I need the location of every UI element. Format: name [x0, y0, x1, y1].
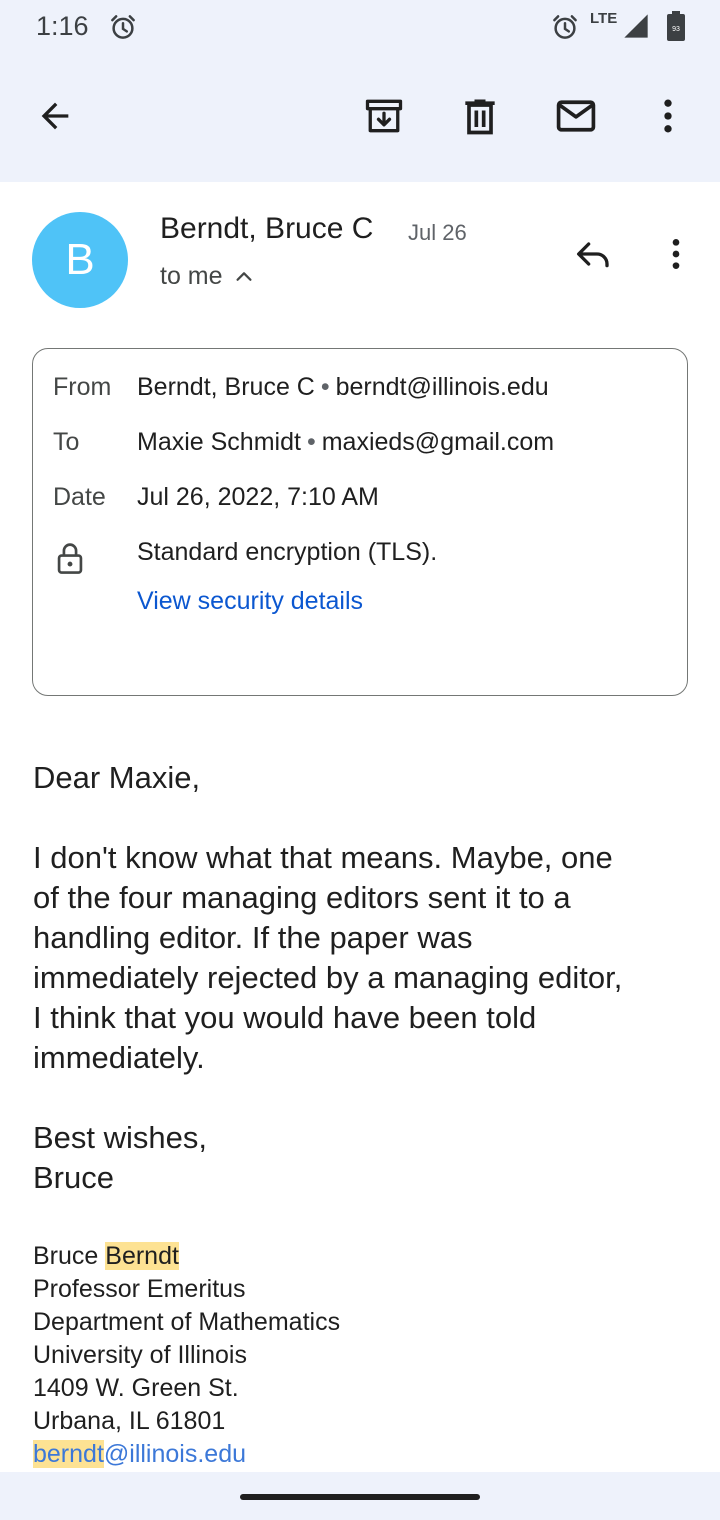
- trash-icon: [465, 99, 495, 135]
- chevron-up-icon: [235, 271, 252, 281]
- battery-level: 93: [672, 26, 680, 33]
- more-vert-icon: [672, 239, 680, 269]
- sender-header: B Berndt, Bruce C Jul 26 to me: [0, 182, 720, 332]
- battery-icon: 93: [667, 11, 685, 41]
- lock-icon: [57, 543, 83, 574]
- archive-button[interactable]: [360, 92, 408, 140]
- from-label: From: [53, 373, 112, 401]
- signature-first-name: Bruce: [33, 1242, 99, 1270]
- more-vert-icon: [664, 99, 672, 133]
- greeting: Dear Maxie,: [33, 760, 201, 795]
- signature-block: Bruce Berndt Professor Emeritus Departme…: [33, 1240, 340, 1471]
- recipient-toggle[interactable]: to me: [160, 262, 255, 291]
- message-details-card: From Berndt, Bruce C • berndt@illinois.edu…: [32, 348, 688, 696]
- arrow-back-icon: [41, 102, 69, 130]
- reply-button[interactable]: [568, 230, 616, 278]
- from-value: Berndt, Bruce C • berndt@illinois.edu: [137, 373, 549, 402]
- signature-university: University of Illinois: [33, 1341, 247, 1369]
- home-gesture-handle[interactable]: [240, 1494, 480, 1500]
- paragraph-line: I think that you would have been told: [33, 1000, 537, 1035]
- closing-name: Bruce: [33, 1160, 114, 1195]
- message-more-button[interactable]: [652, 230, 700, 278]
- delete-button[interactable]: [456, 92, 504, 140]
- back-button[interactable]: [31, 92, 79, 140]
- from-email[interactable]: berndt@illinois.edu: [336, 373, 549, 401]
- avatar[interactable]: B: [32, 212, 128, 308]
- closing-block: Best wishes, Bruce: [33, 1118, 693, 1198]
- signature-last-name: Berndt: [105, 1242, 179, 1270]
- alarm-icon: [111, 15, 135, 39]
- sender-name: Berndt, Bruce C: [160, 212, 374, 245]
- archive-icon: [365, 99, 403, 133]
- view-security-details-link[interactable]: View security details: [137, 587, 363, 616]
- to-value: Maxie Schmidt • maxieds@gmail.com: [137, 428, 554, 457]
- alarm-icon: [553, 15, 577, 39]
- reply-icon: [577, 242, 609, 268]
- top-toolbar: [0, 56, 720, 182]
- from-name: Berndt, Bruce C: [137, 373, 315, 401]
- more-options-button[interactable]: [644, 92, 692, 140]
- signature-department: Department of Mathematics: [33, 1308, 341, 1336]
- date-value: Jul 26, 2022, 7:10 AM: [137, 483, 379, 511]
- signature-email-link[interactable]: berndt@illinois.edu: [33, 1438, 340, 1471]
- recipient-summary: to me: [160, 262, 223, 290]
- mail-icon: [556, 100, 596, 132]
- paragraph-line: of the four managing editors sent it to …: [33, 880, 571, 915]
- signature-title: Professor Emeritus: [33, 1275, 246, 1303]
- signature-name: Bruce Berndt: [33, 1240, 340, 1273]
- signature-city: Urbana, IL 61801: [33, 1407, 226, 1435]
- paragraph-line: immediately.: [33, 1040, 205, 1075]
- status-time: 1:16: [36, 11, 89, 41]
- paragraph-line: I don't know what that means. Maybe, one: [33, 840, 613, 875]
- to-name: Maxie Schmidt: [137, 428, 301, 456]
- date-label: Date: [53, 483, 106, 511]
- to-label: To: [53, 428, 80, 456]
- separator-dot: •: [320, 373, 330, 401]
- signature-street: 1409 W. Green St.: [33, 1374, 239, 1402]
- mark-unread-button[interactable]: [552, 92, 600, 140]
- signature-email-domain[interactable]: @illinois.edu: [104, 1440, 246, 1468]
- paragraph-line: handling editor. If the paper was: [33, 920, 473, 955]
- encryption-status: Standard encryption (TLS).: [137, 538, 438, 566]
- status-bar: 1:16 LTE 93: [0, 0, 720, 56]
- network-type: LTE: [590, 10, 618, 27]
- signal-icon: [624, 14, 648, 38]
- to-email[interactable]: maxieds@gmail.com: [322, 428, 554, 456]
- separator-dot: •: [306, 428, 316, 456]
- paragraph-line: immediately rejected by a managing edito…: [33, 960, 623, 995]
- navigation-bar: [0, 1472, 720, 1520]
- closing: Best wishes,: [33, 1120, 208, 1155]
- message-date: Jul 26: [408, 220, 467, 245]
- signature-email-user[interactable]: berndt: [33, 1440, 104, 1468]
- message-paragraph: I don't know what that means. Maybe, one…: [33, 838, 693, 1078]
